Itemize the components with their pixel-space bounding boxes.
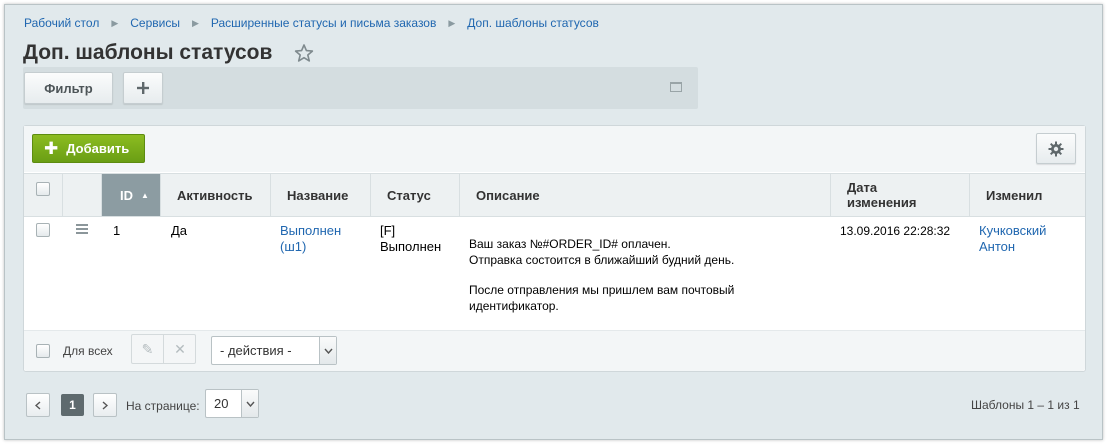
current-page[interactable]: 1: [61, 394, 84, 416]
row-name-line1: Выполнен: [280, 223, 342, 238]
row-actions-group: ✎ ✕: [131, 334, 196, 364]
sort-asc-icon: ▲: [141, 190, 149, 200]
breadcrumb-separator-icon: ▶: [111, 17, 119, 28]
breadcrumb-separator-icon: ▶: [191, 17, 199, 28]
row-checkbox[interactable]: [36, 223, 50, 237]
column-description[interactable]: Описание: [460, 174, 831, 216]
plus-icon: ✚: [44, 139, 59, 158]
chevron-right-icon: [102, 400, 108, 410]
actions-select[interactable]: - действия -: [211, 336, 337, 365]
records-counter: Шаблоны 1 – 1 из 1: [971, 398, 1080, 412]
row-status: [F] Выполнен: [380, 223, 441, 255]
column-date-line1: Дата: [847, 180, 878, 195]
per-page-select[interactable]: 20: [205, 389, 259, 418]
row-desc-line1: Ваш заказ №#ORDER_ID# оплачен.: [469, 237, 671, 251]
chevron-left-icon: [35, 400, 41, 410]
plus-icon: [137, 82, 149, 94]
for-all-label: Для всех: [63, 344, 113, 358]
row-desc-line2: Отправка состоится в ближайший будний де…: [469, 253, 735, 267]
column-date[interactable]: Дата изменения: [831, 174, 970, 216]
chevron-down-icon: [319, 337, 336, 364]
row-editor-line2: Антон: [979, 239, 1016, 254]
add-button[interactable]: ✚ Добавить: [32, 134, 145, 163]
settings-button[interactable]: [1036, 133, 1076, 164]
next-page-button[interactable]: [93, 393, 117, 417]
row-desc-line3: После отправления мы пришлем вам почтовы…: [469, 283, 735, 297]
add-button-label: Добавить: [66, 141, 130, 156]
close-icon[interactable]: ✕: [164, 335, 196, 363]
column-date-line2: изменения: [847, 195, 917, 210]
row-editor-line1: Кучковский: [979, 223, 1047, 238]
column-status[interactable]: Статус: [371, 174, 460, 216]
breadcrumb-desktop[interactable]: Рабочий стол: [24, 16, 99, 30]
row-date: 13.09.2016 22:28:32: [840, 224, 951, 238]
prev-page-button[interactable]: [26, 393, 50, 417]
row-active: Да: [171, 223, 188, 238]
add-filter-button[interactable]: [123, 72, 163, 104]
column-id[interactable]: ID ▲: [102, 174, 161, 216]
row-status-name: Выполнен: [380, 239, 442, 254]
row-name-line2: (ш1): [280, 239, 307, 254]
row-desc-line4: идентификатор.: [469, 299, 559, 313]
filter-button[interactable]: Фильтр: [24, 72, 113, 104]
per-page-label: На странице:: [126, 399, 200, 413]
row-status-code: [F]: [380, 223, 396, 238]
row-id: 1: [113, 223, 121, 238]
per-page-value: 20: [214, 396, 229, 411]
breadcrumb-separator-icon: ▶: [448, 17, 456, 28]
row-description: Ваш заказ №#ORDER_ID# оплачен. Отправка …: [469, 236, 734, 314]
column-editor[interactable]: Изменил: [970, 174, 1085, 216]
pencil-icon[interactable]: ✎: [132, 335, 164, 363]
for-all-checkbox[interactable]: [36, 344, 50, 358]
page-title: Доп. шаблоны статусов: [23, 41, 273, 64]
breadcrumb-services[interactable]: Сервисы: [130, 16, 180, 30]
window-icon[interactable]: [670, 82, 682, 92]
row-editor-link[interactable]: Кучковский Антон: [979, 223, 1046, 255]
breadcrumb-current[interactable]: Доп. шаблоны статусов: [467, 16, 599, 30]
column-active[interactable]: Активность: [161, 174, 271, 216]
chevron-down-icon: [241, 390, 258, 417]
drag-handle-icon[interactable]: [76, 224, 88, 234]
column-name[interactable]: Название: [271, 174, 371, 216]
star-icon[interactable]: [294, 43, 314, 63]
breadcrumb: Рабочий стол ▶ Сервисы ▶ Расширенные ста…: [24, 16, 599, 30]
breadcrumb-extended-statuses[interactable]: Расширенные статусы и письма заказов: [211, 16, 436, 30]
actions-select-value: - действия -: [220, 343, 292, 358]
gear-icon: [1048, 141, 1064, 156]
grid-toolbar: [24, 126, 1085, 172]
select-all-checkbox[interactable]: [36, 182, 50, 196]
row-name-link[interactable]: Выполнен (ш1): [280, 223, 341, 255]
header-actions-cell: [63, 174, 102, 216]
column-id-label: ID: [120, 187, 133, 203]
